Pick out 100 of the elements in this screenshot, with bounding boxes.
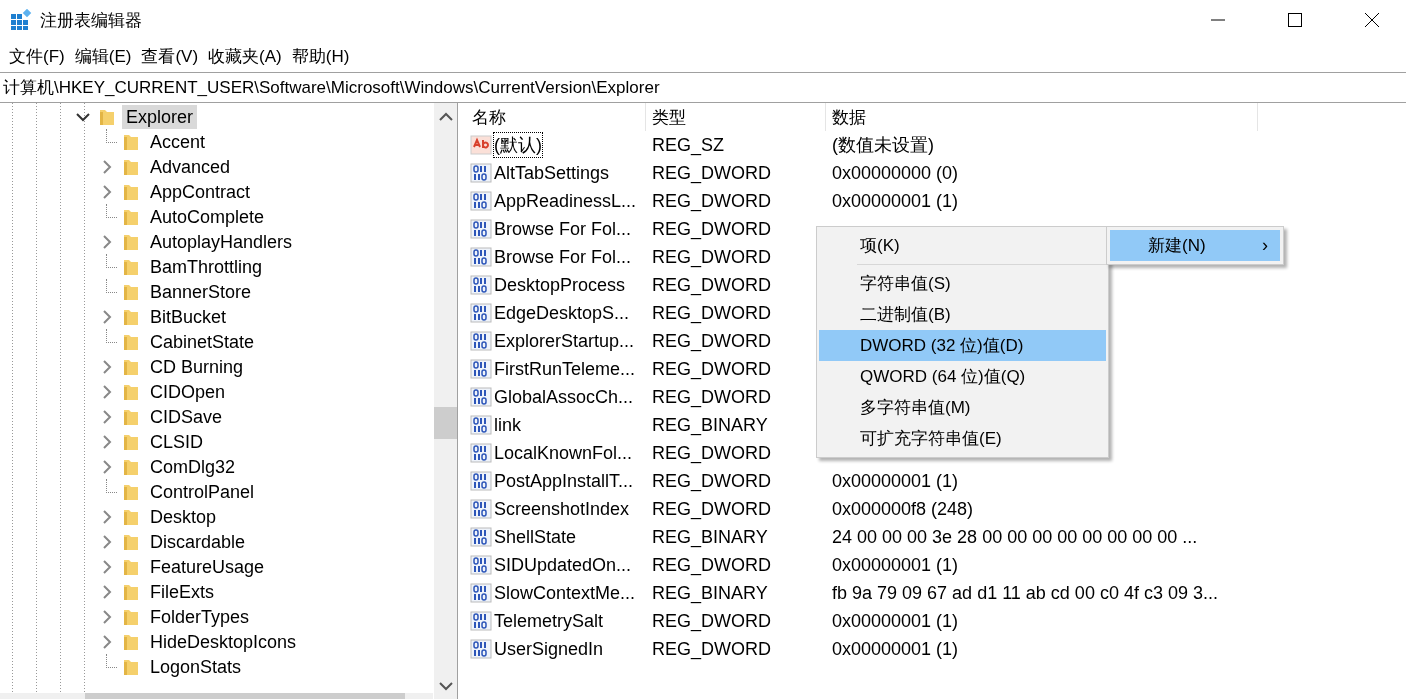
scroll-up-icon[interactable] [438,111,453,121]
value-data: fb 9a 79 09 67 ad d1 11 ab cd 00 c0 4f c3 09 3... [831,582,1219,604]
value-type: REG_DWORD [651,554,772,576]
value-name[interactable]: Browse For Fol... [494,218,632,240]
value-type: REG_DWORD [651,190,772,212]
value-data: 0x00000001 (1) [831,638,960,660]
chevron-right-icon[interactable] [102,633,112,650]
tree-item[interactable]: BitBucket [146,304,231,329]
scrollbar-thumb[interactable] [85,693,405,699]
chevron-right-icon[interactable] [102,608,112,625]
tree-item[interactable]: CLSID [146,429,207,454]
tree-item[interactable]: Accent [146,129,210,154]
address-field[interactable]: 计算机\HKEY_CURRENT_USER\Software\Microsoft\Windows\CurrentVersion\Explorer [0,72,1406,103]
binary-value-icon [470,443,492,463]
value-type: REG_SZ [651,134,726,156]
value-name[interactable]: (默认) [494,133,542,157]
tree-item[interactable]: AutoplayHandlers [146,229,297,254]
column-header[interactable]: 类型 [646,103,826,131]
chevron-right-icon[interactable] [102,233,112,250]
chevron-right-icon[interactable] [102,308,112,325]
context-menu-item[interactable]: DWORD (32 位)值(D) [819,330,1106,361]
context-menu-item[interactable]: 项(K) [819,230,1106,261]
value-type: REG_BINARY [651,526,769,548]
tree-item[interactable]: Explorer [122,104,198,129]
tree-item[interactable]: BannerStore [146,279,256,304]
chevron-right-icon[interactable] [102,458,112,475]
tree-item[interactable]: FeatureUsage [146,554,269,579]
binary-value-icon [470,331,492,351]
chevron-right-icon[interactable] [102,508,112,525]
value-name[interactable]: UserSignedIn [494,638,604,660]
tree-item[interactable]: LogonStats [146,654,246,679]
context-menu-item[interactable]: 二进制值(B) [819,299,1106,330]
binary-value-icon [470,359,492,379]
tree-item[interactable]: CIDSave [146,404,227,429]
horizontal-scrollbar[interactable] [0,693,433,699]
column-header[interactable]: 数据 [826,103,1258,131]
chevron-right-icon[interactable] [102,583,112,600]
vertical-scrollbar[interactable] [434,103,457,699]
tree-item[interactable]: FileExts [146,579,218,604]
tree-item[interactable]: Discardable [146,529,250,554]
value-name[interactable]: DesktopProcess [494,274,626,296]
context-menu-item[interactable]: 字符串值(S) [819,268,1106,299]
context-menu-item[interactable]: 多字符串值(M) [819,392,1106,423]
value-type: REG_DWORD [651,162,772,184]
tree-item[interactable]: ComDlg32 [146,454,240,479]
binary-value-icon [470,275,492,295]
tree-item[interactable]: FolderTypes [146,604,254,629]
tree-item[interactable]: Advanced [146,154,235,179]
value-type: REG_DWORD [651,470,772,492]
scrollbar-thumb[interactable] [434,407,457,439]
value-name[interactable]: SlowContextMe... [494,582,636,604]
context-menu-item[interactable]: 可扩充字符串值(E) [819,423,1106,454]
tree-item[interactable]: BamThrottling [146,254,267,279]
menu-item[interactable]: 帮助(H) [286,44,355,68]
binary-value-icon [470,191,492,211]
chevron-right-icon[interactable] [102,358,112,375]
menu-item[interactable]: 收藏夹(A) [203,44,287,68]
value-data: 0x00000001 (1) [831,470,960,492]
value-name[interactable]: SIDUpdatedOn... [494,554,632,576]
value-name[interactable]: link [494,414,521,436]
tree-item[interactable]: AutoComplete [146,204,269,229]
chevron-right-icon[interactable] [102,408,112,425]
window-title: 注册表编辑器 [40,9,143,32]
tree-item[interactable]: CIDOpen [146,379,230,404]
binary-value-icon [470,611,492,631]
value-data: 0x000000f8 (248) [831,498,975,520]
value-name[interactable]: AppReadinessL... [494,190,637,212]
value-name[interactable]: AltTabSettings [494,162,610,184]
tree-item[interactable]: CD Burning [146,354,248,379]
chevron-right-icon[interactable] [102,383,112,400]
tree-item[interactable]: AppContract [146,179,255,204]
chevron-right-icon[interactable] [102,158,112,175]
menu-item[interactable]: 查看(V) [136,44,204,68]
tree-item[interactable]: Desktop [146,504,221,529]
value-name[interactable]: FirstRunTeleme... [494,358,636,380]
chevron-right-icon[interactable] [102,433,112,450]
context-menu-item[interactable]: QWORD (64 位)值(Q) [819,361,1106,392]
value-name[interactable]: EdgeDesktopS... [494,302,630,324]
menu-item[interactable]: 文件(F) [4,44,70,68]
value-type: REG_DWORD [651,302,772,324]
column-header[interactable]: 名称 [466,103,646,131]
value-name[interactable]: PostAppInstallT... [494,470,634,492]
value-name[interactable]: GlobalAssocCh... [494,386,634,408]
scroll-down-icon[interactable] [438,681,453,691]
tree-item[interactable]: CabinetState [146,329,259,354]
chevron-right-icon[interactable] [102,183,112,200]
new-menu-item[interactable]: 新建(N) › [1110,230,1280,261]
tree-item[interactable]: ControlPanel [146,479,259,504]
value-name[interactable]: LocalKnownFol... [494,442,633,464]
value-name[interactable]: Browse For Fol... [494,246,632,268]
chevron-right-icon[interactable] [102,533,112,550]
value-name[interactable]: ShellState [494,526,577,548]
tree-item[interactable]: HideDesktopIcons [146,629,301,654]
menu-item[interactable]: 编辑(E) [69,44,137,68]
value-name[interactable]: ScreenshotIndex [494,498,630,520]
value-type: REG_DWORD [651,218,772,240]
chevron-down-icon[interactable] [75,111,91,122]
value-name[interactable]: ExplorerStartup... [494,330,635,352]
chevron-right-icon[interactable] [102,558,112,575]
value-name[interactable]: TelemetrySalt [494,610,604,632]
